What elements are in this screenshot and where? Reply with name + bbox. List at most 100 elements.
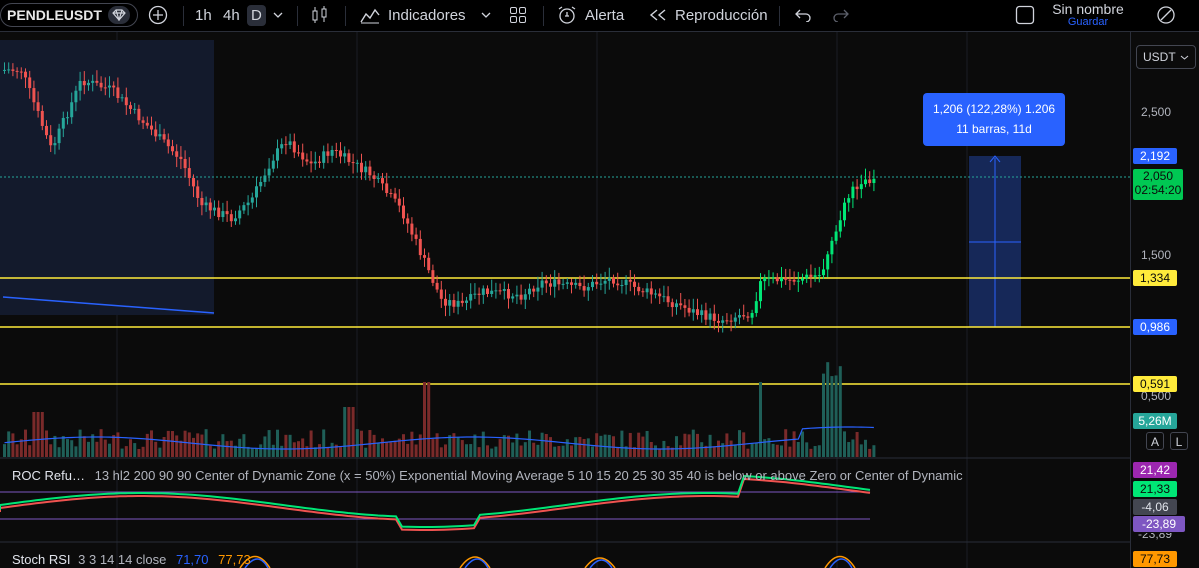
volume-bar (28, 445, 32, 457)
candle-body (843, 202, 846, 221)
candle-body (582, 286, 586, 291)
candle-body (578, 282, 582, 287)
volume-bar (498, 439, 502, 457)
candle-body (658, 293, 662, 297)
timeframe-dropdown[interactable] (273, 0, 283, 30)
undo-button[interactable] (794, 0, 812, 30)
volume-bar (813, 446, 817, 457)
indicators-dropdown[interactable] (481, 0, 491, 30)
candle-body (259, 181, 263, 187)
volume-bar (822, 373, 825, 457)
candle-body (343, 153, 347, 157)
stoch-k-line (244, 558, 853, 568)
volume-bar (171, 431, 174, 457)
candle-body (700, 310, 704, 316)
candle-body (591, 281, 594, 288)
volume-bar (406, 443, 410, 457)
roc-legend[interactable]: ROC Refu… 13 hl2 200 90 90 Center of Dyn… (12, 468, 963, 483)
timeframe-4h-button[interactable]: 4h (223, 0, 240, 30)
alert-button[interactable]: Alerta (557, 0, 624, 30)
candle-body (834, 231, 838, 241)
volume-bar (208, 445, 212, 457)
candle-body (868, 179, 872, 184)
volume-bar (229, 440, 233, 457)
candle-body (112, 85, 116, 88)
timeframe-1h-button[interactable]: 1h (195, 0, 212, 30)
volume-bar (486, 445, 489, 457)
volume-bar (280, 445, 284, 457)
templates-button[interactable] (509, 0, 527, 30)
volume-bar (57, 447, 61, 457)
candle-body (95, 80, 99, 83)
log-scale-button[interactable]: L (1170, 432, 1188, 450)
layout-checkbox[interactable] (1015, 0, 1035, 30)
chart-pane[interactable]: 1,206 (122,28%) 1.206 11 barras, 11d ROC… (0, 32, 1130, 568)
candle-body (687, 307, 691, 313)
candle-body (213, 207, 216, 211)
candle-body (124, 97, 128, 106)
candle-body (200, 197, 204, 206)
roc-params: 13 hl2 200 90 90 Center of Dynamic Zone … (94, 468, 963, 483)
redo-button[interactable] (832, 0, 850, 30)
volume-bar (192, 437, 195, 457)
volume-bar (477, 447, 481, 457)
volume-bar (150, 430, 153, 457)
candle-body (171, 146, 174, 152)
chevron-down-icon (273, 12, 283, 18)
volume-bar (645, 430, 649, 457)
currency-dropdown[interactable]: USDT (1136, 45, 1196, 69)
volume-bar (780, 445, 783, 457)
candle-body (708, 313, 712, 320)
candle-body (851, 186, 855, 199)
diamond-icon[interactable] (107, 6, 130, 24)
candle-body (654, 293, 657, 295)
symbol-search-button[interactable]: PENDLEUSDT (0, 3, 138, 27)
candle-body (108, 85, 111, 88)
layout-name: Sin nombre (1052, 1, 1124, 17)
chart-type-button[interactable] (311, 0, 329, 30)
volume-bar (364, 447, 368, 457)
volume-bar (103, 439, 107, 457)
stoch-legend[interactable]: Stoch RSI 3 3 14 14 close 71,70 77,73 (12, 552, 251, 567)
candle-body (553, 279, 557, 287)
redo-icon (832, 8, 850, 22)
volume-bar (91, 434, 95, 457)
volume-bar (448, 435, 452, 457)
compare-add-button[interactable] (148, 0, 168, 30)
stoch-badge: 77,73 (1133, 551, 1177, 567)
candle-body (129, 105, 132, 109)
candle-body (511, 296, 515, 299)
candle-body (813, 275, 817, 277)
candle-body (717, 320, 720, 323)
candle-body (494, 290, 498, 292)
toolbar-divider (345, 6, 346, 26)
candle-body (150, 125, 153, 130)
timeframe-d-button[interactable]: D (247, 0, 266, 30)
volume-bar (259, 444, 263, 457)
candle-body (817, 275, 821, 277)
candle-body (45, 125, 48, 136)
candle-body (410, 223, 414, 235)
volume-bar (469, 444, 473, 457)
layout-name-button[interactable]: Sin nombre Guardar (1049, 1, 1127, 28)
volume-bar (200, 434, 204, 457)
candle-body (628, 279, 632, 282)
auto-scale-button[interactable]: A (1146, 432, 1164, 450)
candle-body (725, 320, 729, 322)
candle-body (469, 294, 473, 301)
candle-body (780, 277, 783, 282)
volume-bar (679, 445, 683, 457)
candle-body (796, 280, 800, 282)
indicators-button[interactable]: Indicadores (360, 0, 466, 30)
volume-bar (288, 434, 292, 457)
volume-bar (561, 445, 565, 457)
candle-body (507, 289, 510, 299)
drawing-tool-button[interactable] (1156, 0, 1176, 30)
volume-bar (549, 437, 552, 457)
candle-body (351, 162, 355, 164)
stoch-params: 3 3 14 14 close (78, 552, 167, 567)
roc-indicator (0, 474, 871, 531)
volume-bar (431, 439, 435, 457)
replay-button[interactable]: Reproducción (649, 0, 768, 30)
candle-body (284, 144, 288, 146)
